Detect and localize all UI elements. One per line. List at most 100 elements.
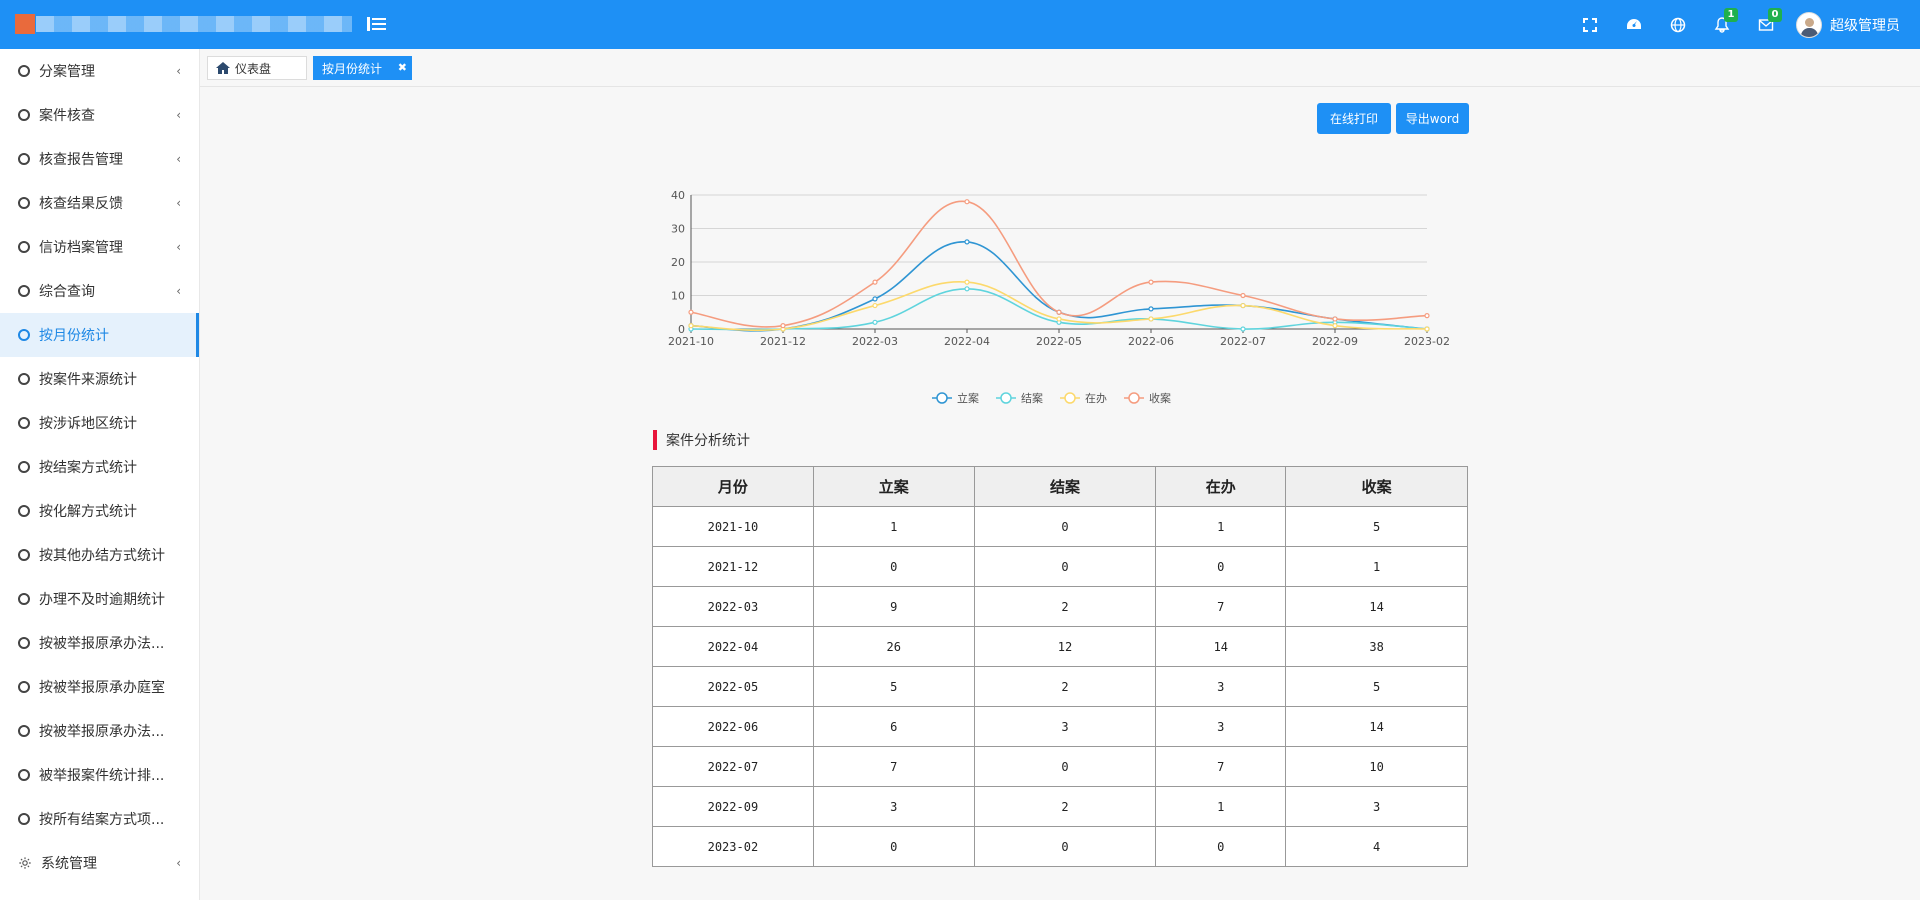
table-cell: 2021-10 [652, 506, 814, 547]
circle-icon [18, 637, 30, 649]
series-point [964, 286, 970, 292]
table-cell: 2021-12 [652, 546, 814, 587]
table-cell: 10 [1285, 746, 1468, 787]
col-filed-header: 立案 [812, 466, 975, 507]
globe-icon[interactable] [1656, 0, 1700, 49]
table-cell: 1 [812, 506, 975, 547]
stats-table: 月份 立案 结案 在办 收案 2021-10 1 0 1 5 2021-12 0 0 0 1 202… [652, 466, 1468, 867]
chevron-left-icon: ‹ [176, 240, 181, 254]
table-cell: 0 [973, 546, 1157, 587]
series-point [1424, 313, 1430, 319]
series-point [1240, 292, 1246, 299]
gear-icon [19, 857, 31, 869]
mail-icon[interactable]: 0 [1744, 0, 1788, 49]
sidebar-item-case-assignment[interactable]: 分案管理 ‹ [0, 49, 199, 93]
table-cell: 12 [973, 626, 1157, 667]
circle-icon [18, 593, 30, 605]
sidebar-item-system-management[interactable]: 系统管理 ‹ [0, 841, 199, 885]
y-tick-label: 40 [671, 189, 685, 202]
circle-icon [18, 461, 30, 473]
sidebar-item-closure-method-stats[interactable]: 按结案方式统计 [0, 445, 199, 489]
table-cell: 2022-09 [652, 786, 814, 827]
x-tick-label: 2022-05 [1036, 335, 1082, 348]
series-point [872, 302, 878, 309]
sidebar-item-judge-stats[interactable]: 按被举报原承办法... [0, 621, 199, 665]
table-header-row: 月份 立案 结案 在办 收案 [652, 466, 1468, 507]
sidebar-item-case-review[interactable]: 案件核查 ‹ [0, 93, 199, 137]
close-icon[interactable]: ✖ [398, 61, 407, 74]
series-point [688, 323, 694, 329]
sidebar-item-reported-ranking[interactable]: 被举报案件统计排... [0, 753, 199, 797]
print-button[interactable]: 在线打印 [1317, 103, 1391, 134]
sidebar-item-region-stats[interactable]: 按涉诉地区统计 [0, 401, 199, 445]
table-cell: 1 [1155, 786, 1287, 827]
series-line-3 [690, 200, 1428, 328]
sidebar-item-resolution-stats[interactable]: 按化解方式统计 [0, 489, 199, 533]
notification-icon[interactable]: 1 [1700, 0, 1744, 49]
series-point [1056, 316, 1062, 322]
chevron-left-icon: ‹ [176, 856, 181, 870]
sidebar-item-all-closure-stats[interactable]: 按所有结案方式项... [0, 797, 199, 841]
table-cell: 0 [1155, 826, 1287, 867]
section-title-accent [653, 430, 657, 450]
circle-icon [18, 329, 30, 341]
table-cell: 7 [1155, 746, 1287, 787]
table-row: 2021-12 0 0 0 1 [652, 546, 1468, 587]
table-row: 2022-04 26 12 14 38 [652, 626, 1468, 667]
table-row: 2022-07 7 0 7 10 [652, 746, 1468, 787]
series-point [964, 199, 970, 205]
dashboard-icon[interactable] [1612, 0, 1656, 49]
x-tick-label: 2021-12 [760, 335, 806, 348]
series-point [1240, 326, 1246, 332]
circle-icon [18, 417, 30, 429]
series-point [872, 279, 878, 285]
series-point [688, 309, 694, 315]
series-point [1240, 302, 1246, 309]
table-cell: 5 [1285, 506, 1468, 547]
x-tick-label: 2022-07 [1220, 335, 1266, 348]
table-cell: 14 [1155, 626, 1287, 667]
sidebar-item-overdue-stats[interactable]: 办理不及时逾期统计 [0, 577, 199, 621]
series-point [1332, 316, 1338, 322]
sidebar-item-petition-archives[interactable]: 信访档案管理 ‹ [0, 225, 199, 269]
table-cell: 3 [973, 706, 1157, 747]
table-cell: 2 [973, 786, 1157, 827]
sidebar-item-source-stats[interactable]: 按案件来源统计 [0, 357, 199, 401]
user-menu[interactable]: 超级管理员 [1788, 0, 1920, 49]
table-cell: 2022-05 [652, 666, 814, 707]
circle-icon [18, 109, 30, 121]
series-point [964, 239, 970, 245]
table-cell: 9 [812, 586, 975, 627]
table-cell: 4 [1285, 826, 1468, 867]
table-row: 2021-10 1 0 1 5 [652, 506, 1468, 547]
legend-marker [1064, 392, 1076, 404]
circle-icon [18, 285, 30, 297]
sidebar-item-review-reports[interactable]: 核查报告管理 ‹ [0, 137, 199, 181]
menu-toggle-icon[interactable] [366, 14, 388, 34]
circle-icon [18, 373, 30, 385]
y-tick-label: 10 [671, 290, 685, 303]
home-icon [216, 62, 230, 74]
tab-dashboard[interactable]: 仪表盘 [207, 56, 307, 80]
sidebar-item-judge-stats-2[interactable]: 按被举报原承办法... [0, 709, 199, 753]
series-point [1148, 279, 1154, 285]
sidebar-item-other-closure-stats[interactable]: 按其他办结方式统计 [0, 533, 199, 577]
chevron-left-icon: ‹ [176, 152, 181, 166]
table-row: 2022-03 9 2 7 14 [652, 586, 1468, 627]
table-cell: 7 [1155, 586, 1287, 627]
sidebar-item-review-feedback[interactable]: 核查结果反馈 ‹ [0, 181, 199, 225]
circle-icon [18, 153, 30, 165]
user-name: 超级管理员 [1830, 17, 1900, 34]
table-cell: 14 [1285, 586, 1468, 627]
fullscreen-icon[interactable] [1568, 0, 1612, 49]
table-cell: 0 [973, 826, 1157, 867]
tab-monthly-stats[interactable]: 按月份统计 ✖ [313, 56, 412, 80]
sidebar-item-division-stats[interactable]: 按被举报原承办庭室 [0, 665, 199, 709]
sidebar-item-monthly-stats[interactable]: 按月份统计 [0, 313, 199, 357]
app-logo [15, 14, 35, 34]
sidebar-item-general-query[interactable]: 综合查询 ‹ [0, 269, 199, 313]
table-cell: 26 [812, 626, 975, 667]
notification-badge: 1 [1724, 8, 1738, 22]
export-word-button[interactable]: 导出word [1396, 103, 1469, 134]
col-pending-header: 在办 [1155, 466, 1287, 507]
